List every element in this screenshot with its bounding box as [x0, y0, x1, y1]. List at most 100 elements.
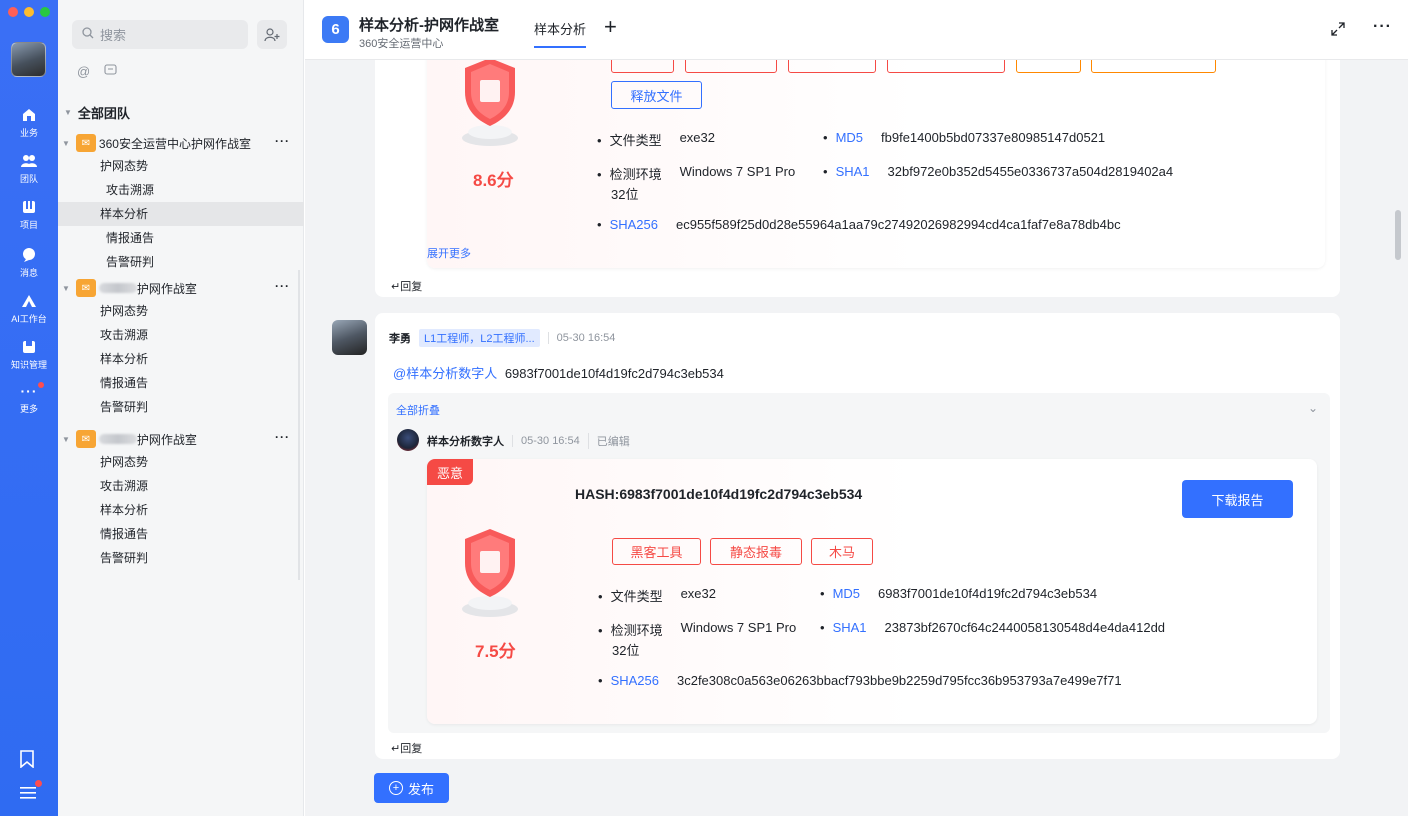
collapse-all-link[interactable]: 全部折叠 [396, 402, 440, 418]
team-header[interactable]: ▼ ✉ 护网作战室 ··· [58, 428, 304, 450]
env-cont-value: 32位 [612, 643, 640, 658]
team-icon [20, 152, 38, 170]
sha1-row: SHA1 23873bf2670cf64c2440058130548d4e4da… [820, 620, 1165, 635]
download-report-button[interactable]: 下载报告 [1182, 480, 1293, 518]
team-header[interactable]: ▼ ✉ 360安全运营中心护网作战室 ··· [58, 132, 304, 154]
rail-item-more[interactable]: ··· 更多 [0, 382, 58, 415]
reply-button[interactable]: ↵回复 [391, 740, 422, 756]
main-scrollbar[interactable] [1395, 210, 1401, 260]
file-type-row: 文件类型 exe32 [598, 586, 716, 605]
project-icon [20, 198, 38, 216]
team-item[interactable]: 攻击溯源 [58, 474, 304, 498]
team-item[interactable]: 攻击溯源 [58, 178, 304, 202]
more-icon[interactable]: ··· [1373, 18, 1392, 36]
env-label: 检测环境 [597, 164, 662, 183]
expand-more-link[interactable]: 展开更多 [427, 245, 471, 261]
team-item[interactable]: 护网态势 [58, 154, 304, 178]
redacted-text [98, 434, 137, 444]
add-member-button[interactable] [257, 20, 287, 49]
sha256-value: 3c2fe308c0a563e06263bbacf793bbe9b2259d79… [676, 673, 1122, 688]
hash-title: HASH:6983f7001de10f4d19fc2d794c3eb534 [575, 486, 863, 502]
author-role-badge: L1工程师，L2工程师... [419, 329, 540, 347]
team-item[interactable]: 攻击溯源 [58, 323, 304, 347]
team-item[interactable]: 告警研判 [58, 250, 304, 274]
tab-sample-analysis[interactable]: 样本分析 [534, 19, 587, 48]
malicious-badge: 恶意 [427, 459, 473, 485]
team-item[interactable]: 样本分析 [58, 498, 304, 522]
file-type-label: 文件类型 [598, 586, 663, 605]
mention-link[interactable]: @样本分析数字人 [393, 366, 497, 381]
md5-value: fb9fe1400b5bd07337e80985147d0521 [881, 130, 1106, 145]
maximize-window-button[interactable] [40, 7, 50, 17]
caret-down-icon: ▼ [62, 283, 70, 293]
collapse-icon[interactable]: ⌄ [1308, 401, 1318, 415]
team-name: 360安全运营中心护网作战室 [98, 136, 251, 151]
more-icon[interactable]: ··· [275, 134, 290, 148]
rail-item-team[interactable]: 团队 [0, 152, 58, 185]
md5-label: MD5 [823, 130, 863, 145]
report-card: 释放文件 8.6分 文件类型 exe32 MD5 fb9fe1400b5bd07… [427, 40, 1325, 268]
sidebar-scrollbar[interactable] [298, 270, 300, 580]
rail-item-ai[interactable]: AI工作台 [0, 292, 58, 325]
team-item[interactable]: 情报通告 [58, 522, 304, 546]
window-controls [8, 7, 50, 17]
more-icon[interactable]: ··· [275, 430, 290, 444]
env-cont: 32位 [612, 640, 639, 659]
sha256-label: SHA256 [598, 673, 659, 688]
tag-static-detection: 静态报毒 [710, 538, 802, 565]
more-icon[interactable]: ··· [275, 279, 290, 293]
author-avatar[interactable] [332, 320, 367, 355]
at-mention-icon[interactable]: @ [77, 64, 90, 79]
tag-hacker-tool: 黑客工具 [612, 538, 701, 565]
risk-score: 7.5分 [475, 642, 516, 661]
file-type-row: 文件类型 exe32 [597, 130, 715, 149]
team-header[interactable]: ▼ ✉ 护网作战室 ··· [58, 277, 304, 299]
rail-item-knowledge[interactable]: 知识管理 [0, 338, 58, 371]
env-label: 检测环境 [598, 620, 663, 639]
expand-icon[interactable] [1331, 22, 1345, 39]
search-input[interactable]: 搜索 [72, 20, 248, 49]
author-name[interactable]: 李勇 [389, 330, 411, 346]
message-time: 05-30 16:54 [547, 332, 615, 344]
menu-icon[interactable] [19, 780, 42, 804]
close-window-button[interactable] [8, 7, 18, 17]
team-item[interactable]: 告警研判 [58, 546, 304, 570]
bot-avatar[interactable] [397, 429, 419, 451]
md5-row: MD5 6983f7001de10f4d19fc2d794c3eb534 [820, 586, 1098, 601]
home-icon [20, 106, 38, 124]
rail-item-business[interactable]: 业务 [0, 106, 58, 139]
bookmark-icon[interactable] [19, 750, 39, 770]
channel-title: 样本分析-护网作战室 [359, 17, 499, 34]
team-item[interactable]: 情报通告 [58, 226, 304, 250]
team-logo-icon: ✉ [75, 279, 96, 297]
reply-button[interactable]: ↵回复 [391, 278, 422, 294]
team-logo-icon: ✉ [75, 134, 96, 152]
bot-time: 05-30 16:54 [512, 435, 580, 447]
knowledge-icon [20, 338, 38, 356]
team-item[interactable]: 护网态势 [58, 450, 304, 474]
notification-dot [35, 780, 42, 787]
bot-name[interactable]: 样本分析数字人 [427, 433, 504, 449]
chat-icon[interactable] [104, 64, 117, 79]
tag-release-file: 释放文件 [611, 81, 702, 109]
all-teams-label: 全部团队 [77, 106, 130, 121]
team-item[interactable]: 情报通告 [58, 371, 304, 395]
rail-item-message[interactable]: 消息 [0, 246, 58, 279]
team-item-active[interactable]: 样本分析 [58, 202, 304, 226]
file-type-label: 文件类型 [597, 130, 662, 149]
team-item[interactable]: 护网态势 [58, 299, 304, 323]
rail-label: 消息 [19, 268, 38, 278]
md5-row: MD5 fb9fe1400b5bd07337e80985147d0521 [823, 130, 1106, 145]
minimize-window-button[interactable] [24, 7, 34, 17]
add-tab-button[interactable]: + [604, 14, 617, 40]
team-item[interactable]: 告警研判 [58, 395, 304, 419]
caret-down-icon: ▼ [62, 434, 70, 444]
more-icon: ··· [20, 383, 38, 399]
all-teams-header[interactable]: ▼ 全部团队 [64, 103, 130, 122]
redacted-text [98, 283, 137, 293]
rail-item-project[interactable]: 项目 [0, 198, 58, 231]
user-avatar[interactable] [11, 42, 46, 77]
publish-button[interactable]: + 发布 [374, 773, 449, 803]
team-item[interactable]: 样本分析 [58, 347, 304, 371]
message-icon [20, 246, 38, 264]
